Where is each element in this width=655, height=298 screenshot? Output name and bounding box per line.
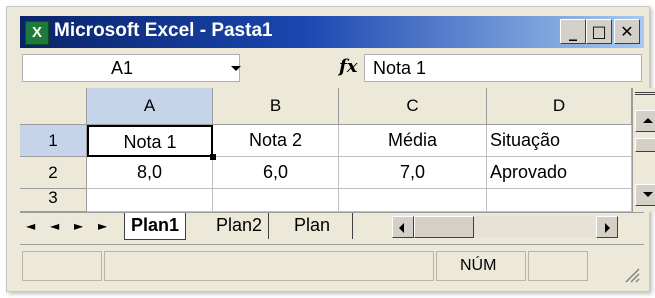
horizontal-scrollbar[interactable] [392,216,618,238]
scroll-down-button[interactable] [635,184,655,206]
cell-a1[interactable]: Nota 1 [87,125,213,157]
sheet-tab-bar: ◄ ◄ ► ► Plan1 Plan2 Plan [20,212,644,243]
close-button[interactable]: ✕ [614,19,640,44]
select-all-corner[interactable] [20,88,87,125]
column-header-d[interactable]: D [487,88,632,125]
minimize-button[interactable]: _ [560,19,586,44]
next-sheet-icon[interactable]: ► [74,219,83,233]
window-title: Microsoft Excel - Pasta1 [54,20,273,41]
title-bar[interactable]: X Microsoft Excel - Pasta1 _ □ ✕ [20,16,644,48]
excel-icon-glyph: X [31,24,42,41]
fill-handle[interactable] [210,154,216,160]
tab-plan2[interactable]: Plan2 [210,213,270,239]
arrow-right-icon [605,223,610,233]
status-panel [104,251,434,281]
row-header-1[interactable]: 1 [20,125,87,157]
status-bar: NÚM [20,244,644,287]
excel-app-icon[interactable]: X [25,21,49,45]
scroll-up-button[interactable] [635,110,655,132]
cell-a2[interactable]: 8,0 [87,157,213,189]
chevron-down-icon[interactable] [231,66,241,71]
cell-a3[interactable] [87,189,213,212]
prev-sheet-icon[interactable]: ◄ [50,219,59,233]
formula-bar: A1 fx Nota 1 [20,48,644,88]
arrow-left-icon [399,223,404,233]
status-panel [528,251,588,281]
column-header-c[interactable]: C [339,88,487,125]
arrow-up-icon [643,118,653,123]
vertical-scrollbar[interactable] [632,88,655,212]
cell-c3[interactable] [339,189,487,212]
row-header-3[interactable]: 3 [20,189,87,212]
name-box-value: A1 [111,58,134,78]
cell-c1[interactable]: Média [339,125,487,157]
split-handle-icon[interactable] [635,92,655,107]
cell-b2[interactable]: 6,0 [213,157,339,189]
cell-d3[interactable] [487,189,632,212]
cell-b3[interactable] [213,189,339,212]
tab-plan3[interactable]: Plan [288,213,353,239]
name-box[interactable]: A1 [22,54,241,82]
cell-d2[interactable]: Aprovado [487,157,632,189]
fx-icon[interactable]: fx [339,56,357,77]
column-header-b[interactable]: B [213,88,339,125]
cell-c2[interactable]: 7,0 [339,157,487,189]
cell-b1[interactable]: Nota 2 [213,125,339,157]
first-sheet-icon[interactable]: ◄ [26,219,35,233]
column-header-a[interactable]: A [87,88,213,125]
horizontal-scroll-thumb[interactable] [414,216,474,238]
num-lock-indicator: NÚM [460,257,497,274]
formula-input[interactable]: Nota 1 [364,54,642,82]
scroll-thumb[interactable] [635,138,655,152]
last-sheet-icon[interactable]: ► [98,219,107,233]
scroll-left-button[interactable] [392,216,414,238]
resize-grip-icon[interactable] [622,265,640,283]
row-header-2[interactable]: 2 [20,157,87,189]
status-panel [22,251,102,281]
arrow-down-icon [643,192,653,197]
scroll-right-button[interactable] [596,216,618,238]
worksheet-grid: A B C D 1 2 3 Nota 1 Nota 2 Média Situaç… [20,88,655,212]
cell-d1[interactable]: Situação [487,125,632,157]
maximize-button[interactable]: □ [586,19,612,44]
formula-value: Nota 1 [373,58,427,78]
tab-plan1[interactable]: Plan1 [124,213,187,240]
